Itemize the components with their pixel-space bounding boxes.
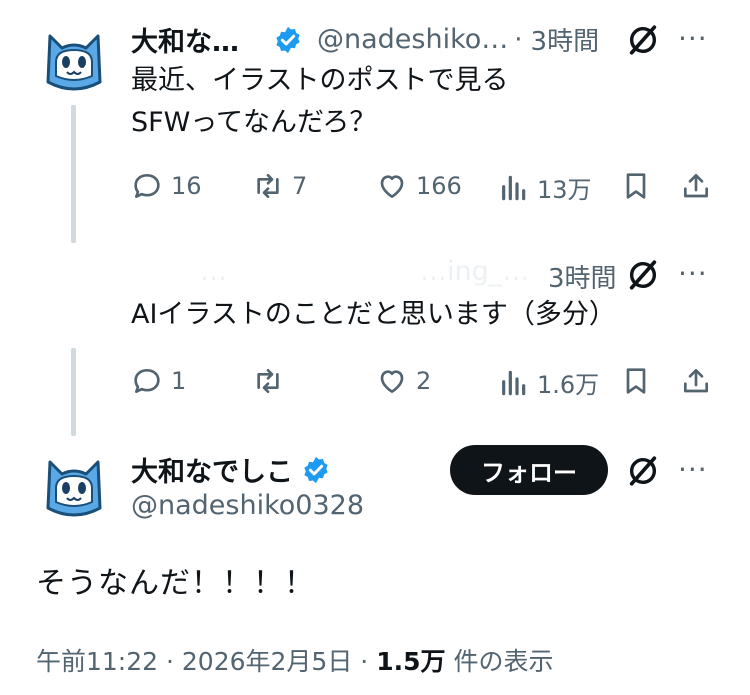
reply-icon [131,170,163,202]
timestamp[interactable]: 3時間 [531,21,600,58]
repost-button[interactable]: 7 [252,170,307,202]
share-button[interactable] [680,365,712,397]
avatar[interactable] [38,448,110,520]
grok-icon[interactable] [626,258,660,292]
share-button[interactable] [680,170,712,202]
repost-icon [252,170,284,202]
reply-button[interactable]: 16 [131,170,202,202]
verified-badge-icon [273,25,303,55]
share-icon [680,365,712,397]
reply-count: 1 [171,367,187,395]
author-name[interactable]: 大和な… [131,20,239,59]
post-time[interactable]: 午前11:22 [36,647,158,676]
thread-line [71,348,76,436]
like-count: 166 [416,172,462,200]
reply-icon [131,365,163,397]
author-name-faded[interactable]: … [200,256,227,287]
like-button[interactable]: 2 [376,365,431,397]
reply-button[interactable]: 1 [131,365,186,397]
like-icon [376,365,408,397]
meta-separator: · [360,647,369,676]
author-handle-faded[interactable]: …ing_… [420,256,529,287]
author-name[interactable]: 大和なでしこ [131,450,293,489]
post-meta: 午前11:22 · 2026年2月5日 · 1.5万 件の表示 [36,642,553,678]
more-icon[interactable]: ··· [678,257,708,290]
more-icon[interactable]: ··· [678,453,708,486]
post-views-label: 件の表示 [453,647,554,676]
bookmark-button[interactable] [620,170,652,202]
thread-line [71,105,76,243]
bookmark-icon [620,170,652,202]
like-count: 2 [416,367,432,395]
more-icon[interactable]: ··· [678,22,708,55]
tweet-text-line: 最近、イラストのポストで見る [131,65,509,96]
post-text: そうなんだ！！！！ [36,566,315,601]
author-handle[interactable]: @nadeshiko… [317,24,508,55]
meta-separator: · [514,24,523,55]
tweet-text: 最近、イラストのポストで見る SFWってなんだろ？ [131,60,508,144]
timestamp[interactable]: 3時間 [548,258,617,295]
follow-button[interactable]: フォロー [450,445,608,495]
grok-icon[interactable] [626,454,660,488]
grok-icon[interactable] [626,23,660,57]
meta-separator: · [166,647,174,676]
post-views-count: 1.5万 [376,647,446,676]
bookmark-button[interactable] [620,365,652,397]
verified-badge-icon [301,455,331,485]
views-icon [497,172,529,204]
views-button[interactable]: 1.6万 [497,365,599,400]
repost-count: 7 [292,172,308,200]
avatar[interactable] [38,22,110,94]
share-icon [680,170,712,202]
repost-button[interactable] [252,365,284,397]
repost-icon [252,365,284,397]
views-button[interactable]: 13万 [497,170,592,205]
views-count: 1.6万 [537,371,600,399]
like-button[interactable]: 166 [376,170,462,202]
views-count: 13万 [537,176,592,204]
reply-count: 16 [171,172,202,200]
tweet-text: AIイラストのことだと思います（多分） [131,299,616,330]
post-date[interactable]: 2026年2月5日 [182,647,352,676]
bookmark-icon [620,365,652,397]
like-icon [376,170,408,202]
views-icon [497,367,529,399]
tweet-text-line: SFWってなんだろ？ [131,107,377,138]
author-handle[interactable]: @nadeshiko0328 [131,490,364,521]
